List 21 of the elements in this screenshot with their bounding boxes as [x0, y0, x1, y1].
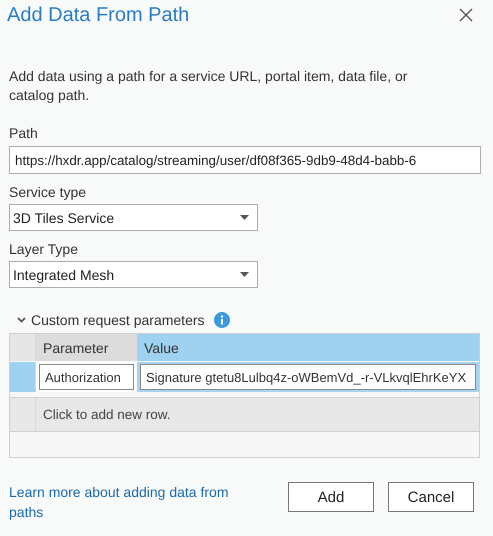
help-link[interactable]: Learn more about adding data from paths	[9, 482, 259, 522]
chevron-down-icon[interactable]	[17, 317, 26, 323]
close-icon[interactable]	[459, 8, 473, 22]
caret-icon	[240, 272, 249, 277]
cancel-button[interactable]: Cancel	[388, 482, 474, 512]
dropdown[interactable]: Integrated Mesh	[9, 261, 258, 288]
column-header[interactable]: Value	[137, 334, 479, 361]
path-field[interactable]: https://hxdr.app/catalog/streaming/user/df08f365-9db9-48d4-babb-6	[9, 146, 481, 174]
field-label: Path	[9, 125, 39, 143]
add-button[interactable]: Add	[288, 482, 374, 512]
info-icon[interactable]	[214, 312, 230, 328]
window-title: Add Data From Path	[7, 3, 190, 28]
description-text: Add data using a path for a service URL, portal item, data file, or catalog path.	[9, 67, 408, 105]
table-cell-field[interactable]: Authorization	[39, 364, 134, 390]
section-toggle[interactable]: Custom request parameters	[31, 312, 205, 328]
column-header[interactable]: Parameter	[36, 334, 137, 361]
dropdown[interactable]: 3D Tiles Service	[9, 204, 258, 231]
field-label: Service type	[9, 184, 88, 202]
table-cell-field[interactable]: Signature gtetu8Lulbq4z-oWBemVd_-r-VLkvqlEhrKeYX	[140, 364, 476, 390]
caret-icon	[240, 215, 249, 220]
field-label: Layer Type	[9, 241, 80, 259]
